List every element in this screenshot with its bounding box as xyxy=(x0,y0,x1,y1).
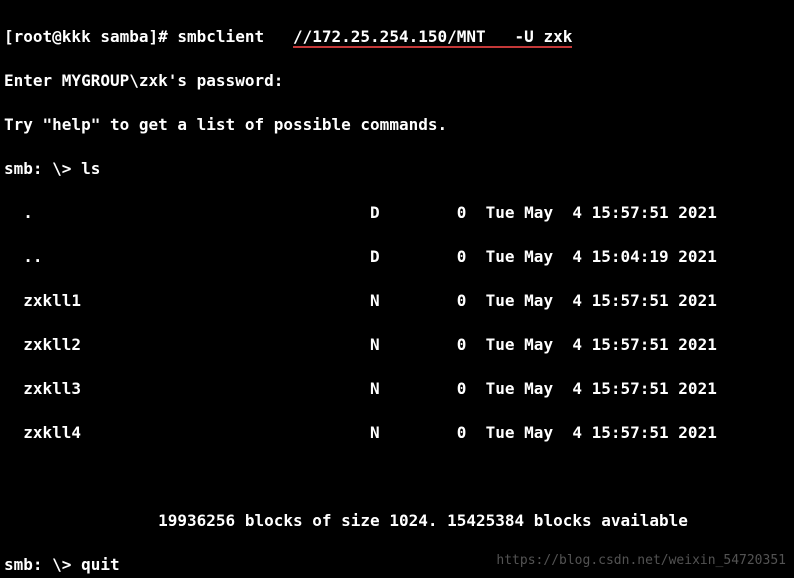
list-item: zxkll4 N 0 Tue May 4 15:57:51 2021 xyxy=(4,422,790,444)
watermark: https://blog.csdn.net/weixin_54720351 xyxy=(496,550,786,572)
terminal-output[interactable]: [root@kkk samba]# smbclient //172.25.254… xyxy=(0,0,794,578)
smb-ls: smb: \> ls xyxy=(4,158,790,180)
shell-prompt: [root@kkk samba]# xyxy=(4,27,177,46)
list-item: .. D 0 Tue May 4 15:04:19 2021 xyxy=(4,246,790,268)
blank-line xyxy=(4,466,790,488)
list-item: zxkll3 N 0 Tue May 4 15:57:51 2021 xyxy=(4,378,790,400)
blocks-summary: 19936256 blocks of size 1024. 15425384 b… xyxy=(4,510,790,532)
password-prompt: Enter MYGROUP\zxk's password: xyxy=(4,70,790,92)
cmd-plain: smbclient xyxy=(177,27,293,46)
shell-prompt-line: [root@kkk samba]# smbclient //172.25.254… xyxy=(4,26,790,48)
help-hint: Try "help" to get a list of possible com… xyxy=(4,114,790,136)
list-item: zxkll1 N 0 Tue May 4 15:57:51 2021 xyxy=(4,290,790,312)
cmd-underlined: //172.25.254.150/MNT -U zxk xyxy=(293,27,572,48)
list-item: . D 0 Tue May 4 15:57:51 2021 xyxy=(4,202,790,224)
list-item: zxkll2 N 0 Tue May 4 15:57:51 2021 xyxy=(4,334,790,356)
